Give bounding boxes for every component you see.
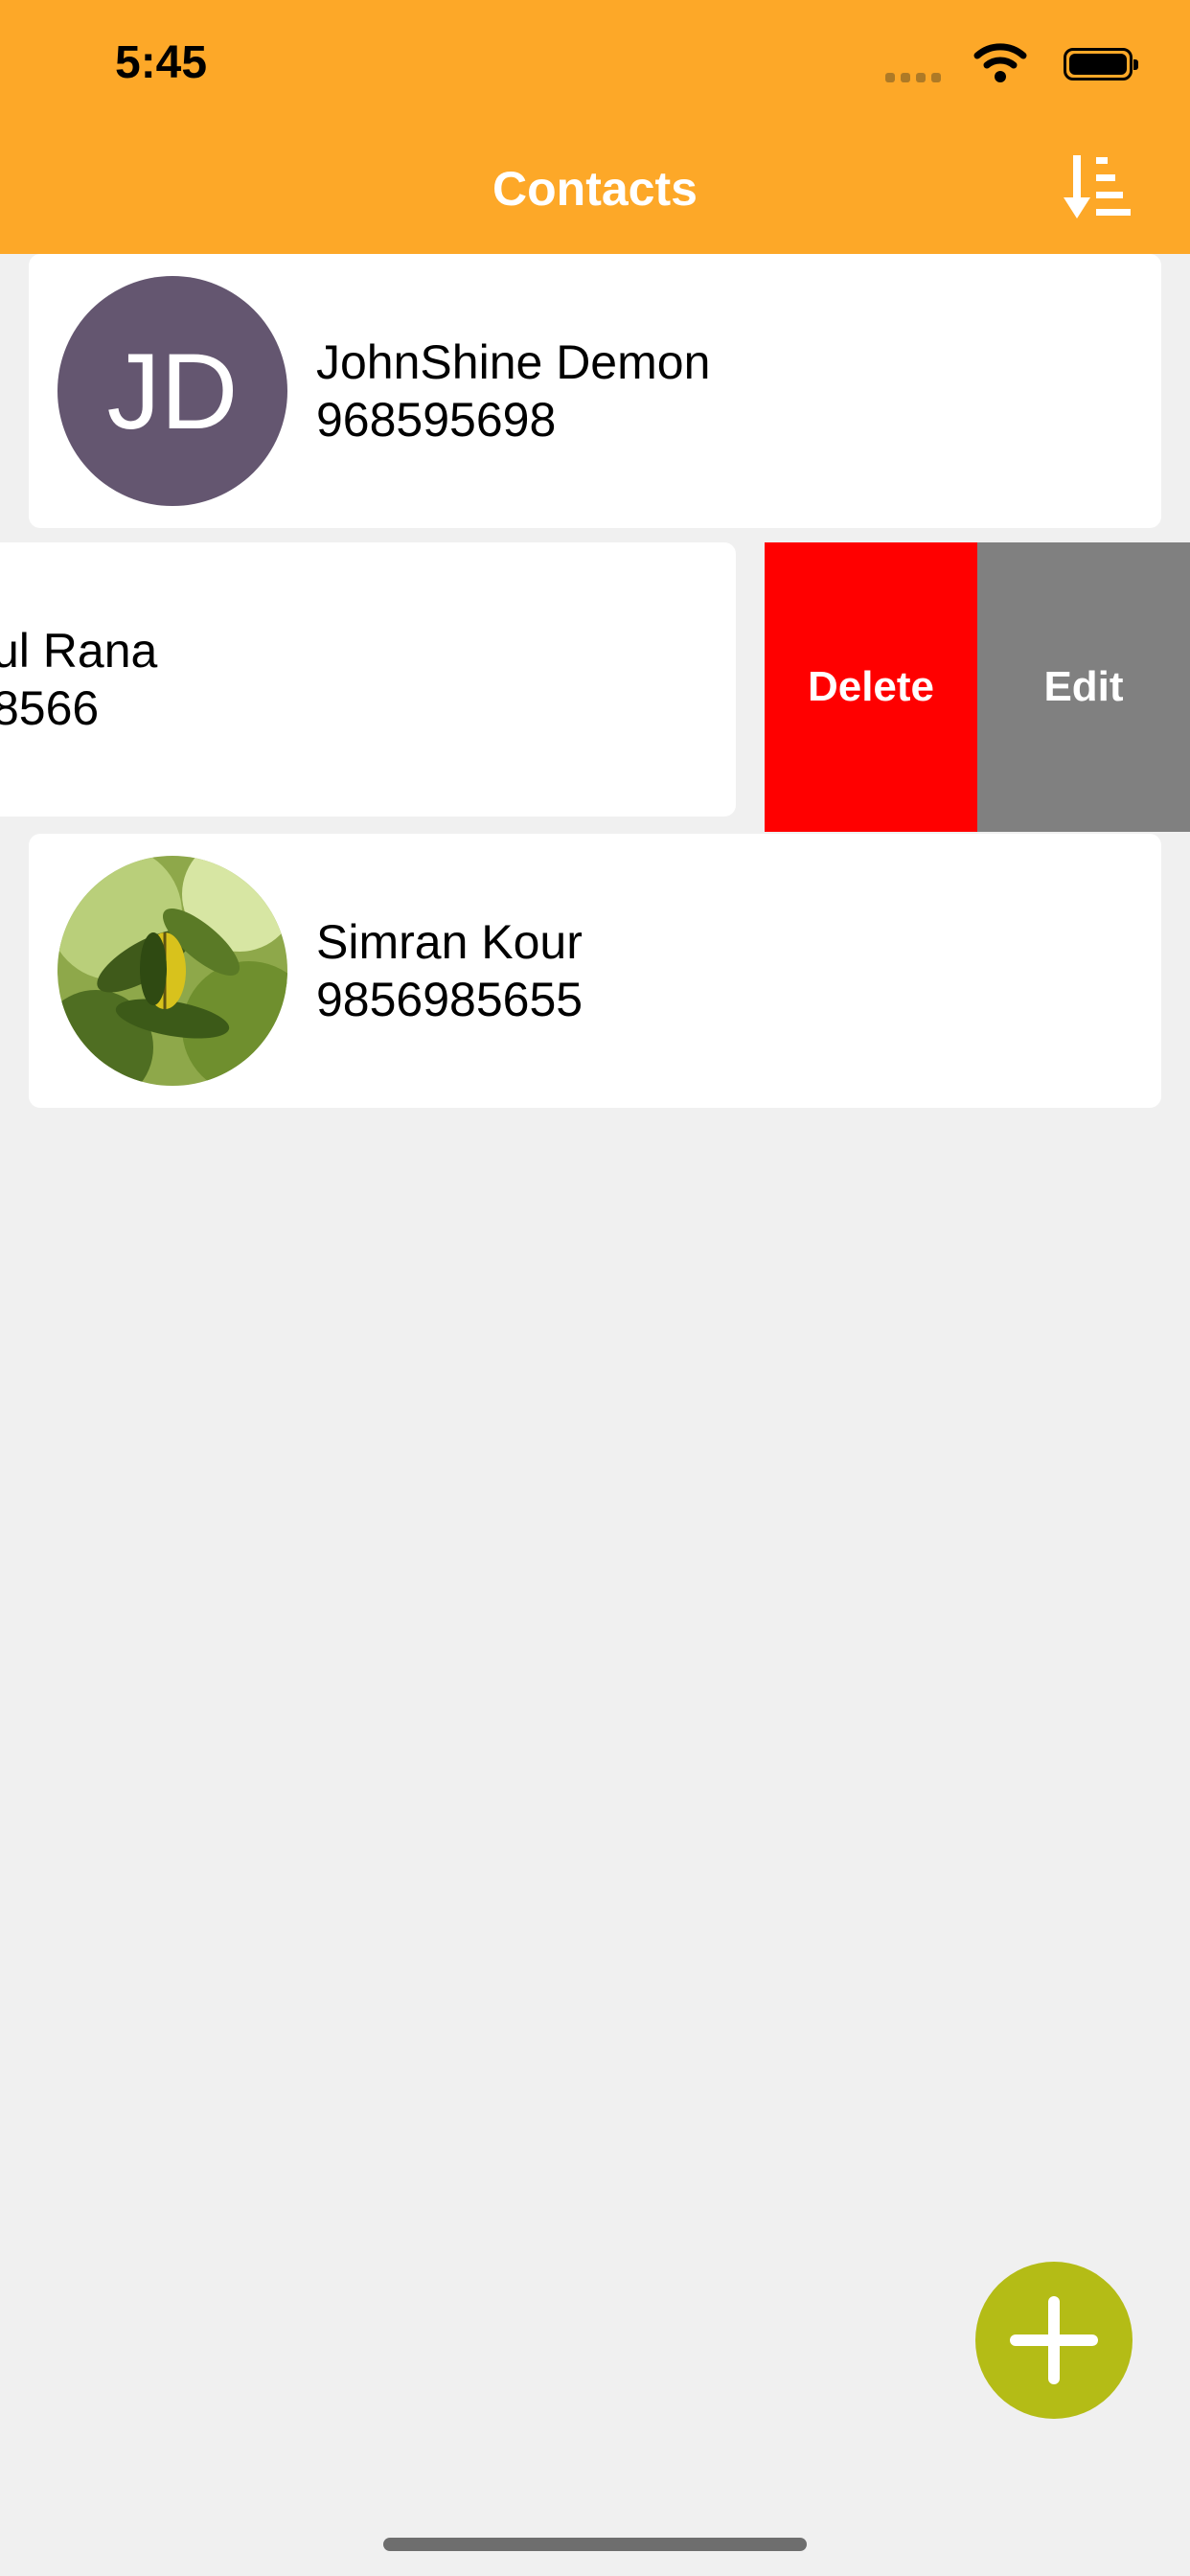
contact-name: ul Rana [0, 624, 158, 678]
header: 5:45 Contacts [0, 0, 1190, 254]
contact-card-simran[interactable]: Simran Kour 9856985655 [29, 834, 1161, 1108]
sort-descending-icon[interactable] [1060, 151, 1133, 224]
edit-button[interactable]: Edit [977, 542, 1190, 832]
delete-button[interactable]: Delete [765, 542, 977, 832]
page-title: Contacts [492, 162, 698, 216]
add-contact-button[interactable] [975, 2262, 1133, 2419]
contact-card-swiped[interactable]: ul Rana 8566 [0, 542, 736, 816]
contact-card-johnshine[interactable]: JD JohnShine Demon 968595698 [29, 254, 1161, 528]
avatar: JD [57, 276, 287, 506]
plus-icon [1010, 2296, 1098, 2384]
leaf-photo-icon [57, 856, 287, 1086]
status-time: 5:45 [115, 37, 208, 88]
contact-name: JohnShine Demon [316, 335, 711, 389]
home-indicator [383, 2538, 807, 2551]
contact-phone: 8566 [0, 681, 100, 735]
wifi-icon [973, 43, 1027, 82]
contact-name: Simran Kour [316, 915, 583, 969]
signal-icon [885, 69, 941, 82]
battery-icon [1064, 48, 1138, 80]
avatar-photo [57, 856, 287, 1086]
contact-phone: 9856985655 [316, 973, 584, 1026]
contact-phone: 968595698 [316, 393, 557, 447]
